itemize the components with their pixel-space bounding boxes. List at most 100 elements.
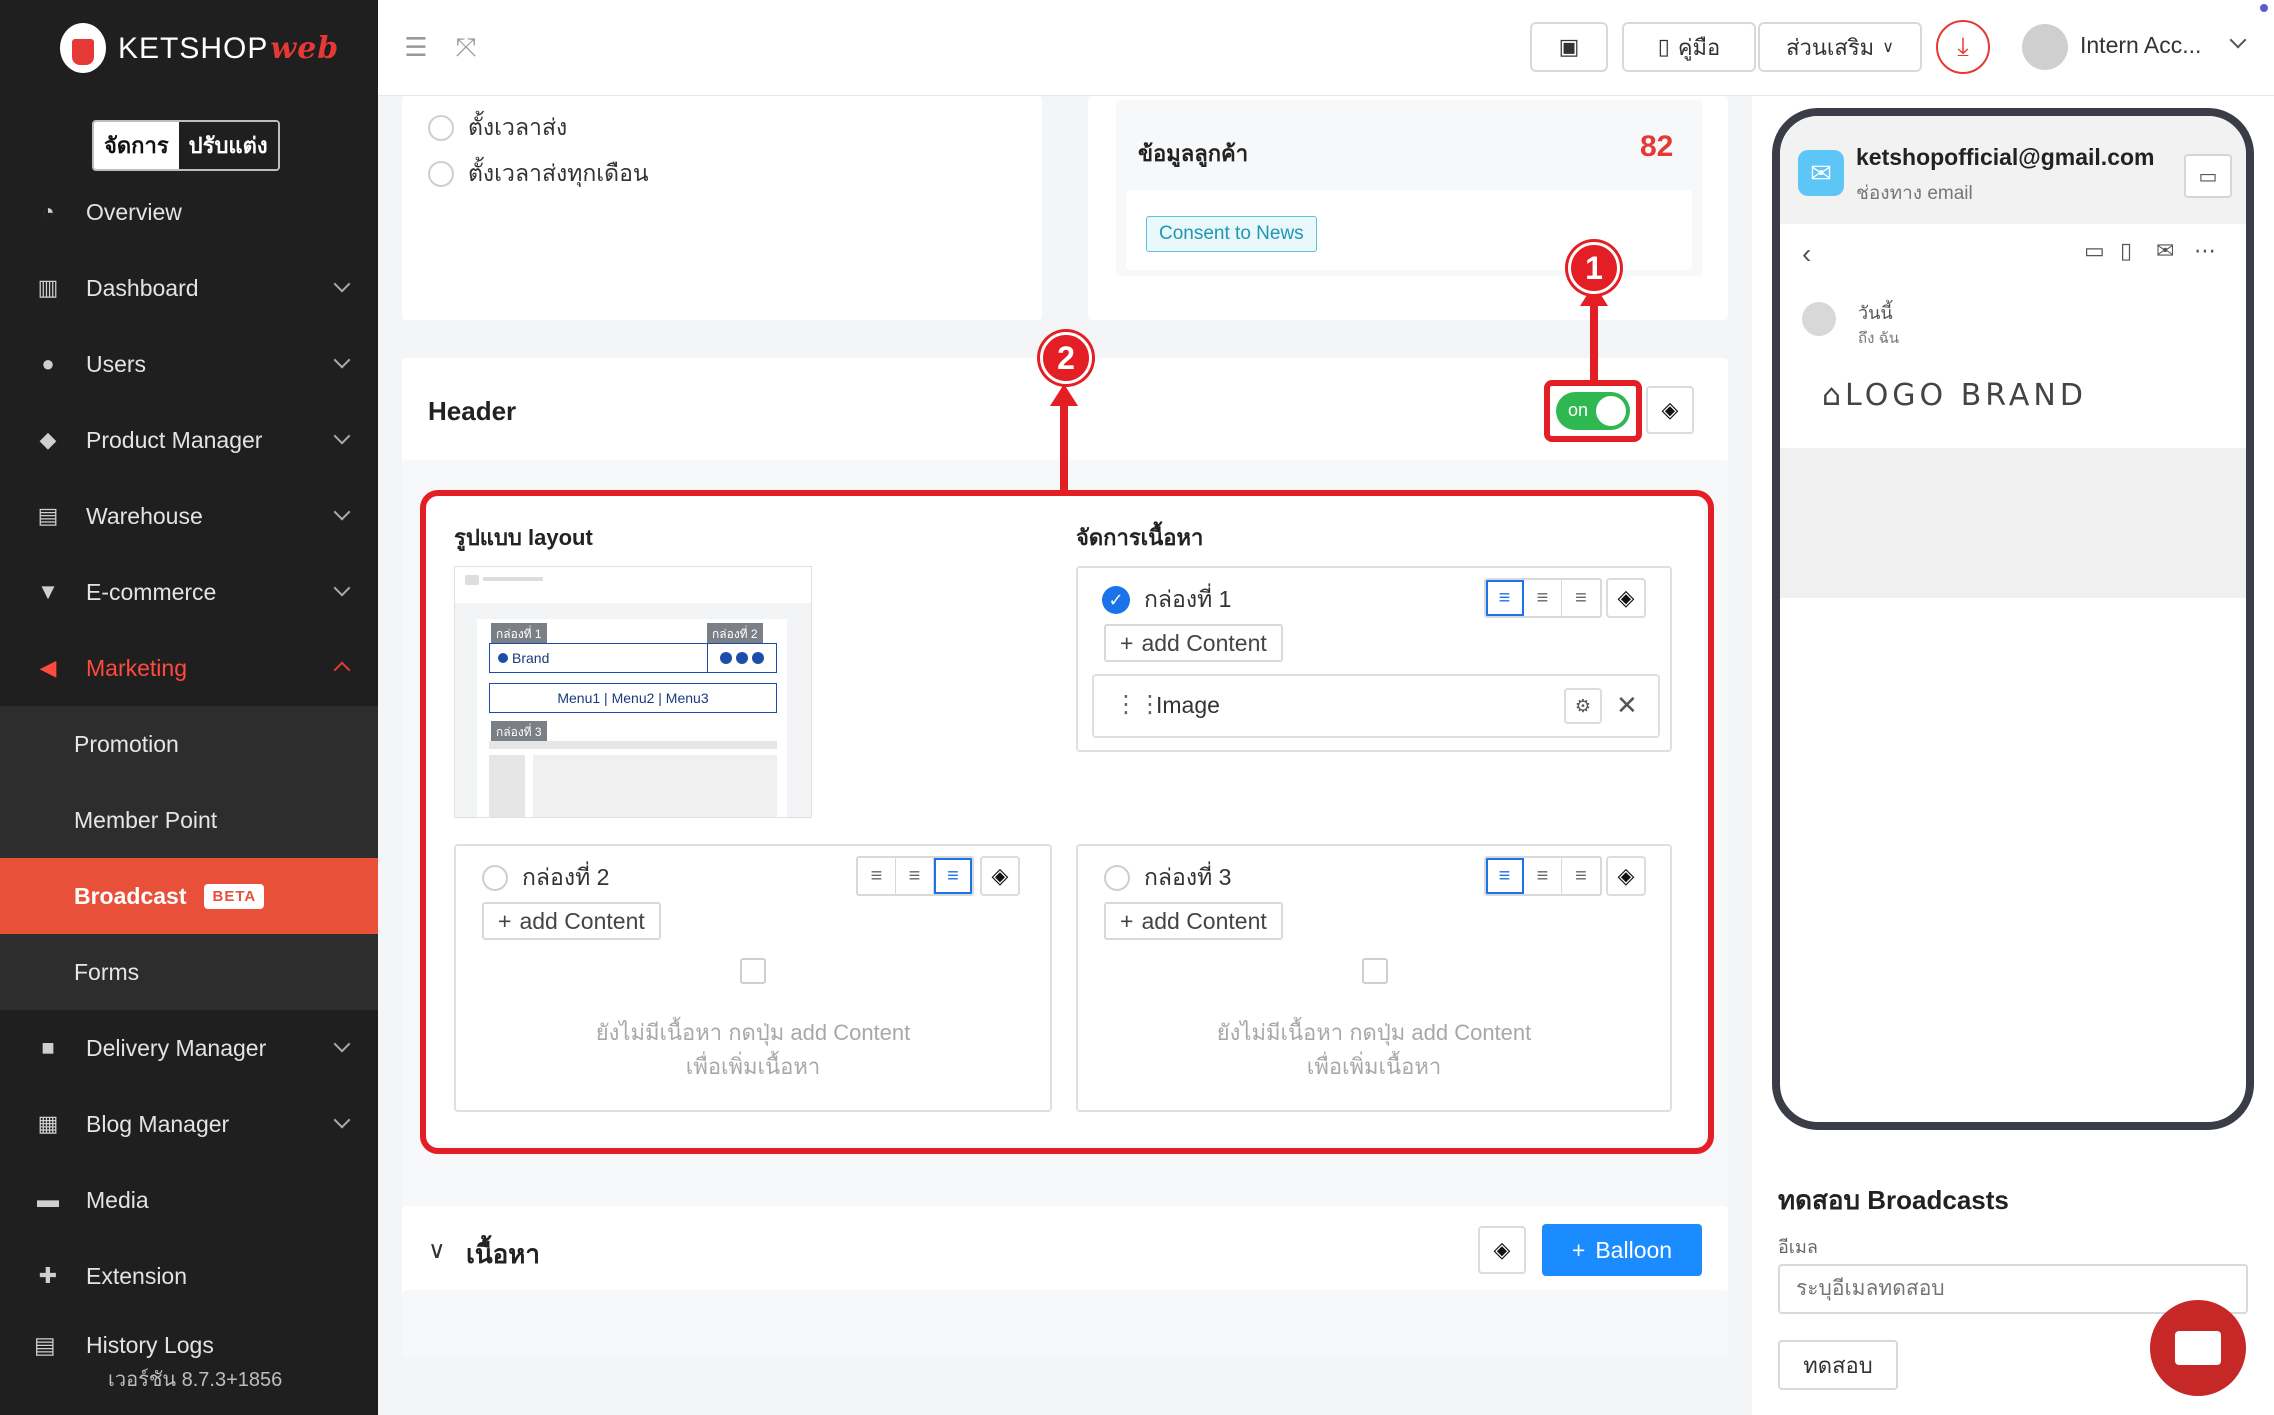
annotation-badge-1: 1 [1568, 242, 1620, 294]
sidebar-item-users[interactable]: ● Users [0, 326, 378, 402]
radio-button[interactable] [428, 161, 454, 187]
customer-title: ข้อมูลลูกค้า [1138, 141, 1249, 166]
header-title: Header [428, 396, 517, 426]
paint-bucket-icon: ◈ [1661, 397, 1679, 422]
brand-logo[interactable]: KETSHOPweb [60, 20, 339, 76]
content-body [402, 1290, 1728, 1356]
sidebar-item-history-logs[interactable]: ▤ History Logs [34, 1330, 214, 1360]
user-name[interactable]: Intern Acc... [2080, 32, 2201, 59]
warehouse-icon: ▤ [37, 503, 59, 528]
sidebar-item-marketing[interactable]: ◀ Marketing [0, 630, 378, 706]
ketshop-logo-icon [60, 23, 106, 73]
preview-date: วันนี้ [1858, 303, 1893, 323]
sidebar-item-delivery-manager[interactable]: ■ Delivery Manager [0, 1010, 378, 1086]
tag-icon: ◆ [39, 427, 57, 452]
add-balloon-button[interactable]: + Balloon [1542, 1224, 1702, 1276]
users-icon: ● [41, 351, 55, 376]
customer-count: 82 [1640, 130, 1674, 163]
sidebar-item-media[interactable]: ▬ Media [0, 1162, 378, 1238]
beta-badge: BETA [204, 883, 265, 909]
preview-channel: ช่องทาง email [1856, 183, 1973, 204]
toggle-highlight [1544, 380, 1642, 442]
cart-icon: ▼ [37, 579, 59, 604]
header-fill-color-button[interactable]: ◈ [1646, 386, 1694, 434]
test-send-button[interactable]: ทดสอบ [1778, 1340, 1898, 1390]
chat-bubble-icon [2175, 1331, 2221, 1365]
sidebar-item-overview[interactable]: ◔ Overview [0, 174, 378, 250]
collapse-menu-icon[interactable]: ☰ [402, 34, 430, 60]
folder-icon[interactable]: ▭ [2084, 238, 2105, 264]
chevron-down-icon [333, 1111, 351, 1129]
manual-button[interactable]: ▯ คู่มือ [1622, 22, 1756, 72]
topbar: ☰ ⤧ ▣ ▯ คู่มือ ส่วนเสริม ∨ ⤓ Intern Acc... [378, 0, 2274, 96]
sidebar-item-extension[interactable]: ✚ Extension [0, 1238, 378, 1314]
consent-tag[interactable]: Consent to News [1146, 216, 1317, 252]
chat-button[interactable] [2150, 1300, 2246, 1396]
sidebar-nav: ◔ Overview ▥ Dashboard ● Users ◆ Product Man… [0, 174, 378, 1314]
chevron-down-icon [333, 503, 351, 521]
content-fill-button[interactable]: ◈ [1478, 1226, 1526, 1274]
test-email-label: อีเมล [1778, 1237, 1818, 1257]
sidebar-item-blog-manager[interactable]: ▦ Blog Manager [0, 1086, 378, 1162]
sidebar-item-dashboard[interactable]: ▥ Dashboard [0, 250, 378, 326]
desktop-view-button[interactable]: ▭ [2184, 154, 2232, 198]
truck-icon: ■ [41, 1035, 55, 1060]
mode-customize[interactable]: ปรับแต่ง [178, 122, 278, 169]
fullscreen-icon[interactable]: ⤧ [452, 34, 480, 60]
sidebar-item-promotion[interactable]: Promotion [0, 706, 378, 782]
house-icon: ⌂ [1822, 378, 1846, 413]
radio-schedule-monthly[interactable]: ตั้งเวลาส่งทุกเดือน [428, 156, 649, 192]
avatar[interactable] [2022, 24, 2068, 70]
language-button[interactable]: ▣ [1530, 22, 1608, 72]
sidebar-item-warehouse[interactable]: ▤ Warehouse [0, 478, 378, 554]
book-icon: ▯ [1657, 34, 1670, 59]
back-icon[interactable]: ‹ [1802, 238, 1811, 270]
sidebar-item-product-manager[interactable]: ◆ Product Manager [0, 402, 378, 478]
mail-icon: ✉ [1798, 150, 1844, 196]
translate-icon: ▣ [1558, 34, 1580, 59]
addons-dropdown[interactable]: ส่วนเสริม ∨ [1758, 22, 1922, 72]
content-title: เนื้อหา [466, 1239, 541, 1269]
preview-email: ketshopofficial@gmail.com [1856, 144, 2155, 170]
version-text: เวอร์ชัน 8.7.3+1856 [108, 1369, 283, 1391]
chevron-down-icon [333, 427, 351, 445]
annotation-frame [420, 490, 1714, 1154]
phone-preview: ✉ ketshopofficial@gmail.com ช่องทาง emai… [1772, 108, 2254, 1130]
sidebar-item-ecommerce[interactable]: ▼ E-commerce [0, 554, 378, 630]
radio-button[interactable] [428, 115, 454, 141]
list-icon: ▤ [34, 1331, 56, 1358]
collapse-chevron-icon[interactable]: ∨ [428, 1236, 446, 1265]
envelope-icon[interactable]: ✉ [2156, 238, 2174, 264]
preview-logo-brand: ⌂LOGO BRAND [1822, 378, 2087, 413]
megaphone-icon: ◀ [39, 655, 57, 680]
preview-recipient: ถึง ฉัน [1858, 330, 1900, 347]
chevron-down-icon [333, 579, 351, 597]
download-icon: ⤓ [1957, 31, 1969, 61]
bar-chart-icon: ▥ [37, 275, 59, 300]
newspaper-icon: ▦ [37, 1111, 59, 1136]
chevron-down-icon [333, 275, 351, 293]
chevron-down-icon: ∨ [1882, 39, 1894, 56]
mode-switch[interactable]: จัดการ ปรับแต่ง [92, 120, 280, 171]
folder-icon: ▬ [37, 1187, 59, 1212]
notification-dot [2260, 4, 2268, 12]
radio-schedule[interactable]: ตั้งเวลาส่ง [428, 110, 567, 146]
chevron-down-icon [333, 1035, 351, 1053]
more-icon[interactable]: ⋯ [2194, 238, 2216, 264]
mode-manage[interactable]: จัดการ [94, 122, 179, 169]
puzzle-icon: ✚ [38, 1263, 58, 1288]
annotation-badge-2: 2 [1040, 332, 1092, 384]
sidebar: KETSHOPweb จัดการ ปรับแต่ง ◔ Overview ▥ Da… [0, 0, 378, 1415]
sidebar-item-member-point[interactable]: Member Point [0, 782, 378, 858]
chevron-down-icon[interactable] [2229, 31, 2247, 49]
annotation-arrow-2 [1060, 400, 1068, 494]
sender-avatar [1802, 302, 1836, 336]
preview-content-area [1780, 448, 2246, 598]
download-button[interactable]: ⤓ [1936, 20, 1990, 74]
chevron-down-icon [333, 351, 351, 369]
test-title: ทดสอบ Broadcasts [1778, 1185, 2009, 1215]
sidebar-item-broadcast[interactable]: Broadcast BETA [0, 858, 378, 934]
arrow-head-icon [1050, 384, 1078, 406]
sidebar-item-forms[interactable]: Forms [0, 934, 378, 1010]
trash-icon[interactable]: ▯ [2120, 238, 2132, 264]
